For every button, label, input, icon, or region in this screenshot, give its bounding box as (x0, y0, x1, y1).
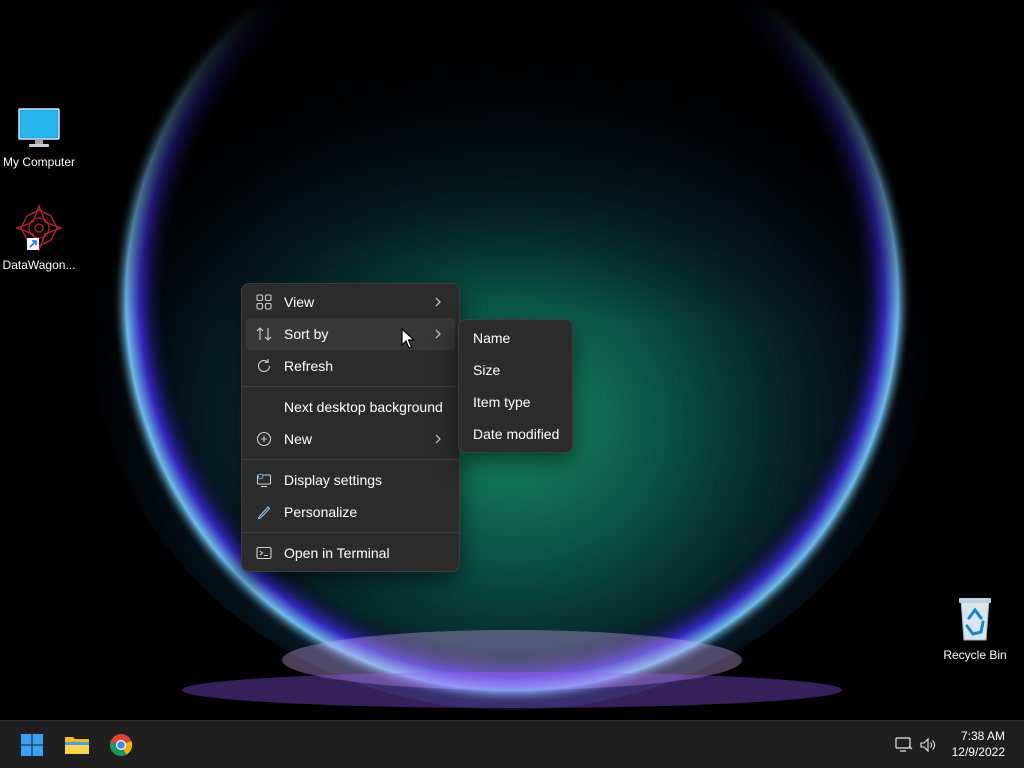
taskbar: 7:38 AM 12/9/2022 (0, 720, 1024, 768)
menu-item-label: Next desktop background (284, 399, 443, 415)
menu-item-personalize[interactable]: Personalize (246, 496, 455, 528)
clock-date: 12/9/2022 (951, 745, 1005, 759)
menu-item-label: Display settings (284, 472, 383, 488)
menu-separator (242, 459, 459, 460)
desktop-context-menu: View Sort by Refresh Next desktop backgr… (241, 283, 460, 572)
menu-item-label: View (284, 294, 315, 310)
menu-item-new[interactable]: New (246, 423, 455, 455)
pen-icon (257, 506, 271, 520)
sort-by-submenu: Name Size Item type Date modified (458, 319, 573, 453)
monitor-icon (18, 108, 60, 147)
terminal-icon (256, 546, 272, 560)
desktop-icon-label: My Computer (2, 155, 76, 169)
menu-item-sort-by[interactable]: Sort by (246, 318, 455, 350)
file-explorer-button[interactable] (61, 729, 93, 761)
sort-icon (256, 327, 272, 341)
menu-item-next-desktop-background[interactable]: Next desktop background (246, 391, 455, 423)
file-explorer-icon (65, 737, 89, 754)
volume-button[interactable] (912, 729, 944, 761)
volume-icon (920, 737, 935, 753)
desktop-icon-recycle-bin[interactable]: Recycle Bin (936, 596, 1014, 662)
desktop-icon-label: DataWagon... (2, 258, 76, 272)
start-button[interactable] (16, 729, 48, 761)
desktop[interactable]: My Computer DataWagon... Recycle Bin Vie… (0, 0, 1024, 720)
network-icon (895, 737, 913, 752)
windows-start-icon (21, 734, 43, 756)
grid-view-icon (256, 294, 272, 310)
menu-item-view[interactable]: View (246, 286, 455, 318)
menu-item-label: Personalize (284, 504, 358, 520)
display-settings-icon (256, 473, 272, 488)
desktop-icon-my-computer[interactable]: My Computer (0, 107, 78, 169)
chevron-right-icon (435, 434, 441, 444)
desktop-icon-datawagon[interactable]: DataWagon... (0, 204, 78, 272)
menu-item-label: Open in Terminal (284, 545, 390, 561)
menu-item-refresh[interactable]: Refresh (246, 350, 455, 382)
menu-item-label: New (284, 431, 313, 447)
desktop-icon-label: Recycle Bin (943, 648, 1007, 662)
menu-item-open-in-terminal[interactable]: Open in Terminal (246, 537, 455, 569)
menu-item-label: Refresh (284, 358, 334, 374)
submenu-item-item-type[interactable]: Item type (463, 386, 568, 418)
recycle-bin-icon (959, 598, 991, 641)
plus-circle-icon (256, 431, 272, 447)
refresh-icon (257, 359, 271, 372)
submenu-item-date-modified[interactable]: Date modified (463, 418, 568, 450)
chevron-right-icon (435, 329, 441, 339)
menu-item-label: Sort by (284, 326, 329, 342)
submenu-item-size[interactable]: Size (463, 354, 568, 386)
submenu-item-name[interactable]: Name (463, 322, 568, 354)
chrome-icon (110, 734, 133, 756)
menu-separator (242, 386, 459, 387)
datawagon-app-icon (15, 204, 63, 252)
menu-separator (242, 532, 459, 533)
chrome-button[interactable] (105, 729, 137, 761)
clock[interactable]: 7:38 AM 12/9/2022 (952, 728, 1005, 760)
menu-item-display-settings[interactable]: Display settings (246, 464, 455, 496)
mouse-cursor (401, 328, 415, 349)
chevron-right-icon (435, 297, 441, 307)
clock-time: 7:38 AM (960, 729, 1005, 743)
